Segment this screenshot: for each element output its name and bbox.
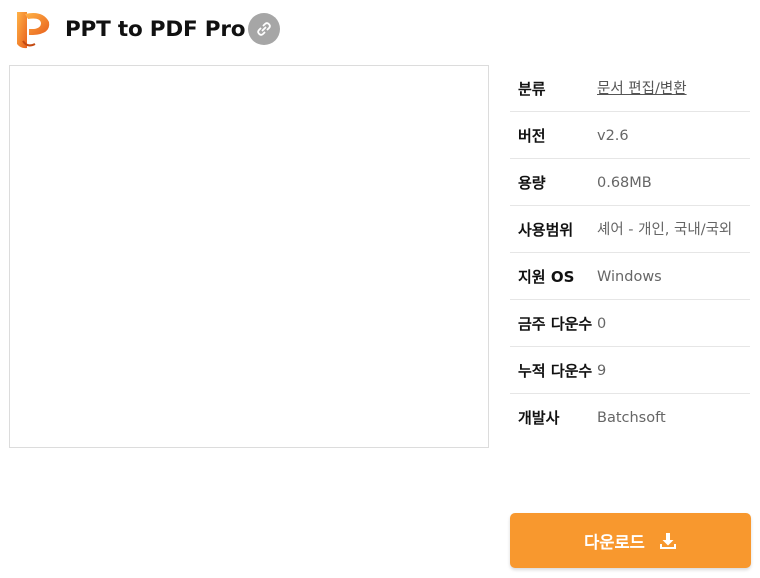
info-key: 금주 다운수: [518, 315, 593, 333]
info-key: 버전: [518, 127, 546, 145]
page-title: PPT to PDF Pro: [65, 17, 246, 42]
info-row-license: 사용범위 셰어 - 개인, 국내/국외: [510, 206, 750, 253]
info-value: Windows: [597, 269, 662, 285]
info-value: 0.68MB: [597, 175, 652, 191]
info-row-category: 분류 문서 편집/변환: [510, 65, 750, 112]
info-row-version: 버전 v2.6: [510, 112, 750, 159]
info-row-weekly-downloads: 금주 다운수 0: [510, 300, 750, 347]
info-key: 지원 OS: [518, 268, 575, 286]
screenshot-preview: [9, 65, 489, 448]
info-value: 9: [597, 363, 607, 379]
info-value: Batchsoft: [597, 410, 666, 426]
download-icon: [659, 532, 677, 550]
info-value: v2.6: [597, 128, 629, 144]
info-value: 0: [597, 316, 607, 332]
info-key: 개발사: [518, 409, 560, 427]
info-row-os: 지원 OS Windows: [510, 253, 750, 300]
info-row-total-downloads: 누적 다운수 9: [510, 347, 750, 394]
info-table: 분류 문서 편집/변환 버전 v2.6 용량 0.68MB 사용범위 셰어 - …: [510, 65, 750, 440]
info-row-size: 용량 0.68MB: [510, 159, 750, 206]
info-row-developer: 개발사 Batchsoft: [510, 394, 750, 440]
download-button[interactable]: 다운로드: [510, 513, 751, 568]
info-key: 용량: [518, 174, 546, 192]
link-icon: [256, 21, 272, 37]
download-label: 다운로드: [584, 532, 645, 552]
orange-p-logo-icon: [11, 8, 55, 52]
info-key: 사용범위: [518, 221, 574, 239]
copy-link-button[interactable]: [248, 13, 280, 45]
info-key: 누적 다운수: [518, 362, 593, 380]
info-key: 분류: [518, 80, 546, 98]
category-link[interactable]: 문서 편집/변환: [597, 77, 750, 101]
info-value: 셰어 - 개인, 국내/국외: [597, 222, 733, 238]
app-header: PPT to PDF Pro: [0, 0, 760, 62]
